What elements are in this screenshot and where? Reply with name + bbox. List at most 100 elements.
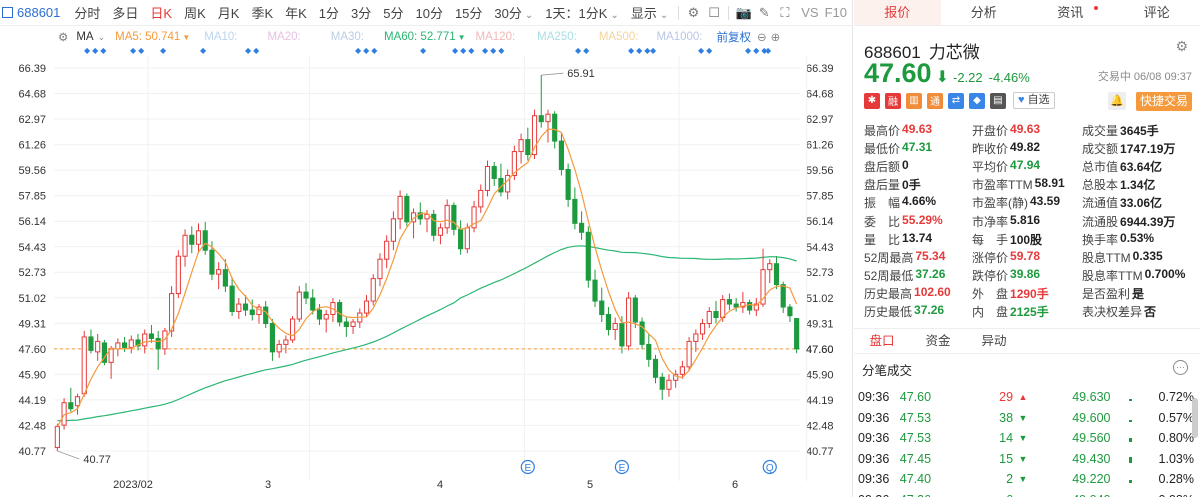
candle-body[interactable]: [726, 299, 733, 305]
period-tab[interactable]: 5分: [377, 3, 409, 22]
period-tab[interactable]: 10分: [409, 3, 448, 22]
quick-trade-button[interactable]: 快捷交易: [1136, 92, 1192, 111]
sub-tab[interactable]: 资金: [910, 329, 966, 353]
candle-body[interactable]: [370, 278, 376, 302]
candle-body[interactable]: [525, 139, 531, 156]
candle-body[interactable]: [451, 204, 457, 230]
ma-label[interactable]: MA: [76, 31, 93, 43]
candle-body[interactable]: [646, 343, 652, 360]
candle-body[interactable]: [639, 321, 645, 345]
candle-body[interactable]: [767, 263, 773, 271]
candle-body[interactable]: [303, 291, 309, 299]
candle-body[interactable]: [491, 166, 497, 179]
candle-body[interactable]: [484, 166, 491, 191]
candle-body[interactable]: [632, 297, 638, 323]
candle-body[interactable]: [236, 303, 242, 313]
caret-down-icon[interactable]: ▼: [458, 33, 466, 42]
period-tab[interactable]: 多日: [106, 3, 144, 22]
adjust-button[interactable]: 前复权: [716, 29, 751, 45]
period-tab[interactable]: 30分: [488, 3, 539, 22]
event-diamond-icon[interactable]: ◆◆◆: [628, 46, 652, 55]
event-diamond-icon[interactable]: ◆◆◆: [482, 46, 506, 55]
candlestick-chart[interactable]: 66.39 66.39 64.68 64.68 62.97 62.97 61.26 61.26…: [0, 56, 853, 497]
candle-body[interactable]: [666, 379, 672, 390]
candle-body[interactable]: [518, 139, 524, 153]
quote-tab[interactable]: 评论: [1114, 0, 1200, 25]
candle-body[interactable]: [182, 234, 188, 257]
candle-body[interactable]: [686, 340, 692, 368]
candle-body[interactable]: [444, 204, 450, 229]
candle-body[interactable]: [605, 314, 612, 330]
candle-body[interactable]: [558, 140, 564, 171]
candle-body[interactable]: [787, 306, 793, 317]
caret-down-icon[interactable]: ▼: [182, 33, 190, 42]
candle-body[interactable]: [619, 322, 625, 347]
shuffle-icon[interactable]: ⇄: [948, 92, 964, 109]
candle-body[interactable]: [458, 228, 464, 250]
candle-body[interactable]: [323, 314, 329, 320]
event-diamond-icon[interactable]: ◆◆: [130, 46, 146, 55]
candle-body[interactable]: [88, 336, 94, 351]
candle-body[interactable]: [242, 303, 249, 311]
candle-body[interactable]: [229, 285, 235, 313]
candle-body[interactable]: [720, 299, 726, 319]
candle-body[interactable]: [276, 343, 282, 353]
candle-body[interactable]: [552, 113, 558, 142]
period-tab[interactable]: 1分: [313, 3, 345, 22]
candle-body[interactable]: [699, 322, 706, 335]
settings-icon[interactable]: ⚙: [683, 4, 704, 22]
stock-connect-icon[interactable]: 通: [927, 92, 943, 109]
stock-code-selector[interactable]: 688601: [0, 5, 68, 20]
candle-body[interactable]: [81, 336, 87, 395]
candle-body[interactable]: [310, 297, 316, 311]
bell-icon[interactable]: 🔔: [1108, 92, 1126, 110]
candle-body[interactable]: [578, 222, 585, 233]
candle-body[interactable]: [599, 300, 605, 316]
candle-body[interactable]: [95, 340, 101, 353]
quote-tab[interactable]: 分析: [941, 0, 1028, 25]
sub-tab[interactable]: 异动: [966, 329, 1022, 353]
candle-body[interactable]: [652, 358, 659, 378]
period-tab[interactable]: 3分: [345, 3, 377, 22]
candle-body[interactable]: [222, 269, 228, 287]
fullscreen-icon[interactable]: ⛶: [775, 4, 796, 22]
period-tab[interactable]: 季K: [245, 3, 279, 22]
period-tab[interactable]: 1天：1分K: [539, 3, 625, 22]
candle-body[interactable]: [397, 195, 403, 220]
candle-body[interactable]: [747, 302, 753, 311]
candle-body[interactable]: [592, 279, 598, 302]
candle-body[interactable]: [142, 333, 148, 347]
candle-body[interactable]: [269, 322, 276, 353]
event-diamond-icon[interactable]: ◆◆◆: [84, 46, 108, 55]
candle-body[interactable]: [363, 300, 370, 314]
candle-body[interactable]: [209, 249, 215, 275]
candle-body[interactable]: [54, 426, 60, 449]
event-diamond-icon[interactable]: ◆: [765, 46, 773, 55]
candle-body[interactable]: [115, 342, 121, 350]
candle-body[interactable]: [390, 218, 396, 242]
event-diamond-icon[interactable]: ◆◆: [575, 46, 591, 55]
candle-body[interactable]: [565, 169, 571, 200]
candle-body[interactable]: [128, 339, 134, 348]
candle-body[interactable]: [773, 263, 780, 286]
candle-body[interactable]: [693, 333, 699, 342]
candle-body[interactable]: [713, 311, 719, 319]
checkbox-icon[interactable]: ☐: [704, 4, 725, 22]
candle-body[interactable]: [437, 227, 444, 236]
candle-body[interactable]: [478, 189, 484, 208]
candle-body[interactable]: [202, 230, 208, 251]
candle-body[interactable]: [706, 311, 712, 324]
candle-body[interactable]: [464, 227, 470, 250]
candle-body[interactable]: [794, 318, 800, 350]
event-diamond-icon[interactable]: ◆◆: [698, 46, 714, 55]
candle-body[interactable]: [733, 303, 739, 308]
candle-body[interactable]: [68, 402, 74, 410]
tag-icon[interactable]: ◆: [969, 92, 985, 109]
candle-body[interactable]: [148, 333, 155, 339]
vs-button[interactable]: VS: [795, 5, 824, 20]
candle-body[interactable]: [612, 322, 618, 330]
candle-body[interactable]: [343, 321, 349, 327]
candle-body[interactable]: [585, 231, 591, 281]
candle-body[interactable]: [404, 195, 410, 223]
settings-small-icon[interactable]: ⚙: [58, 30, 68, 44]
